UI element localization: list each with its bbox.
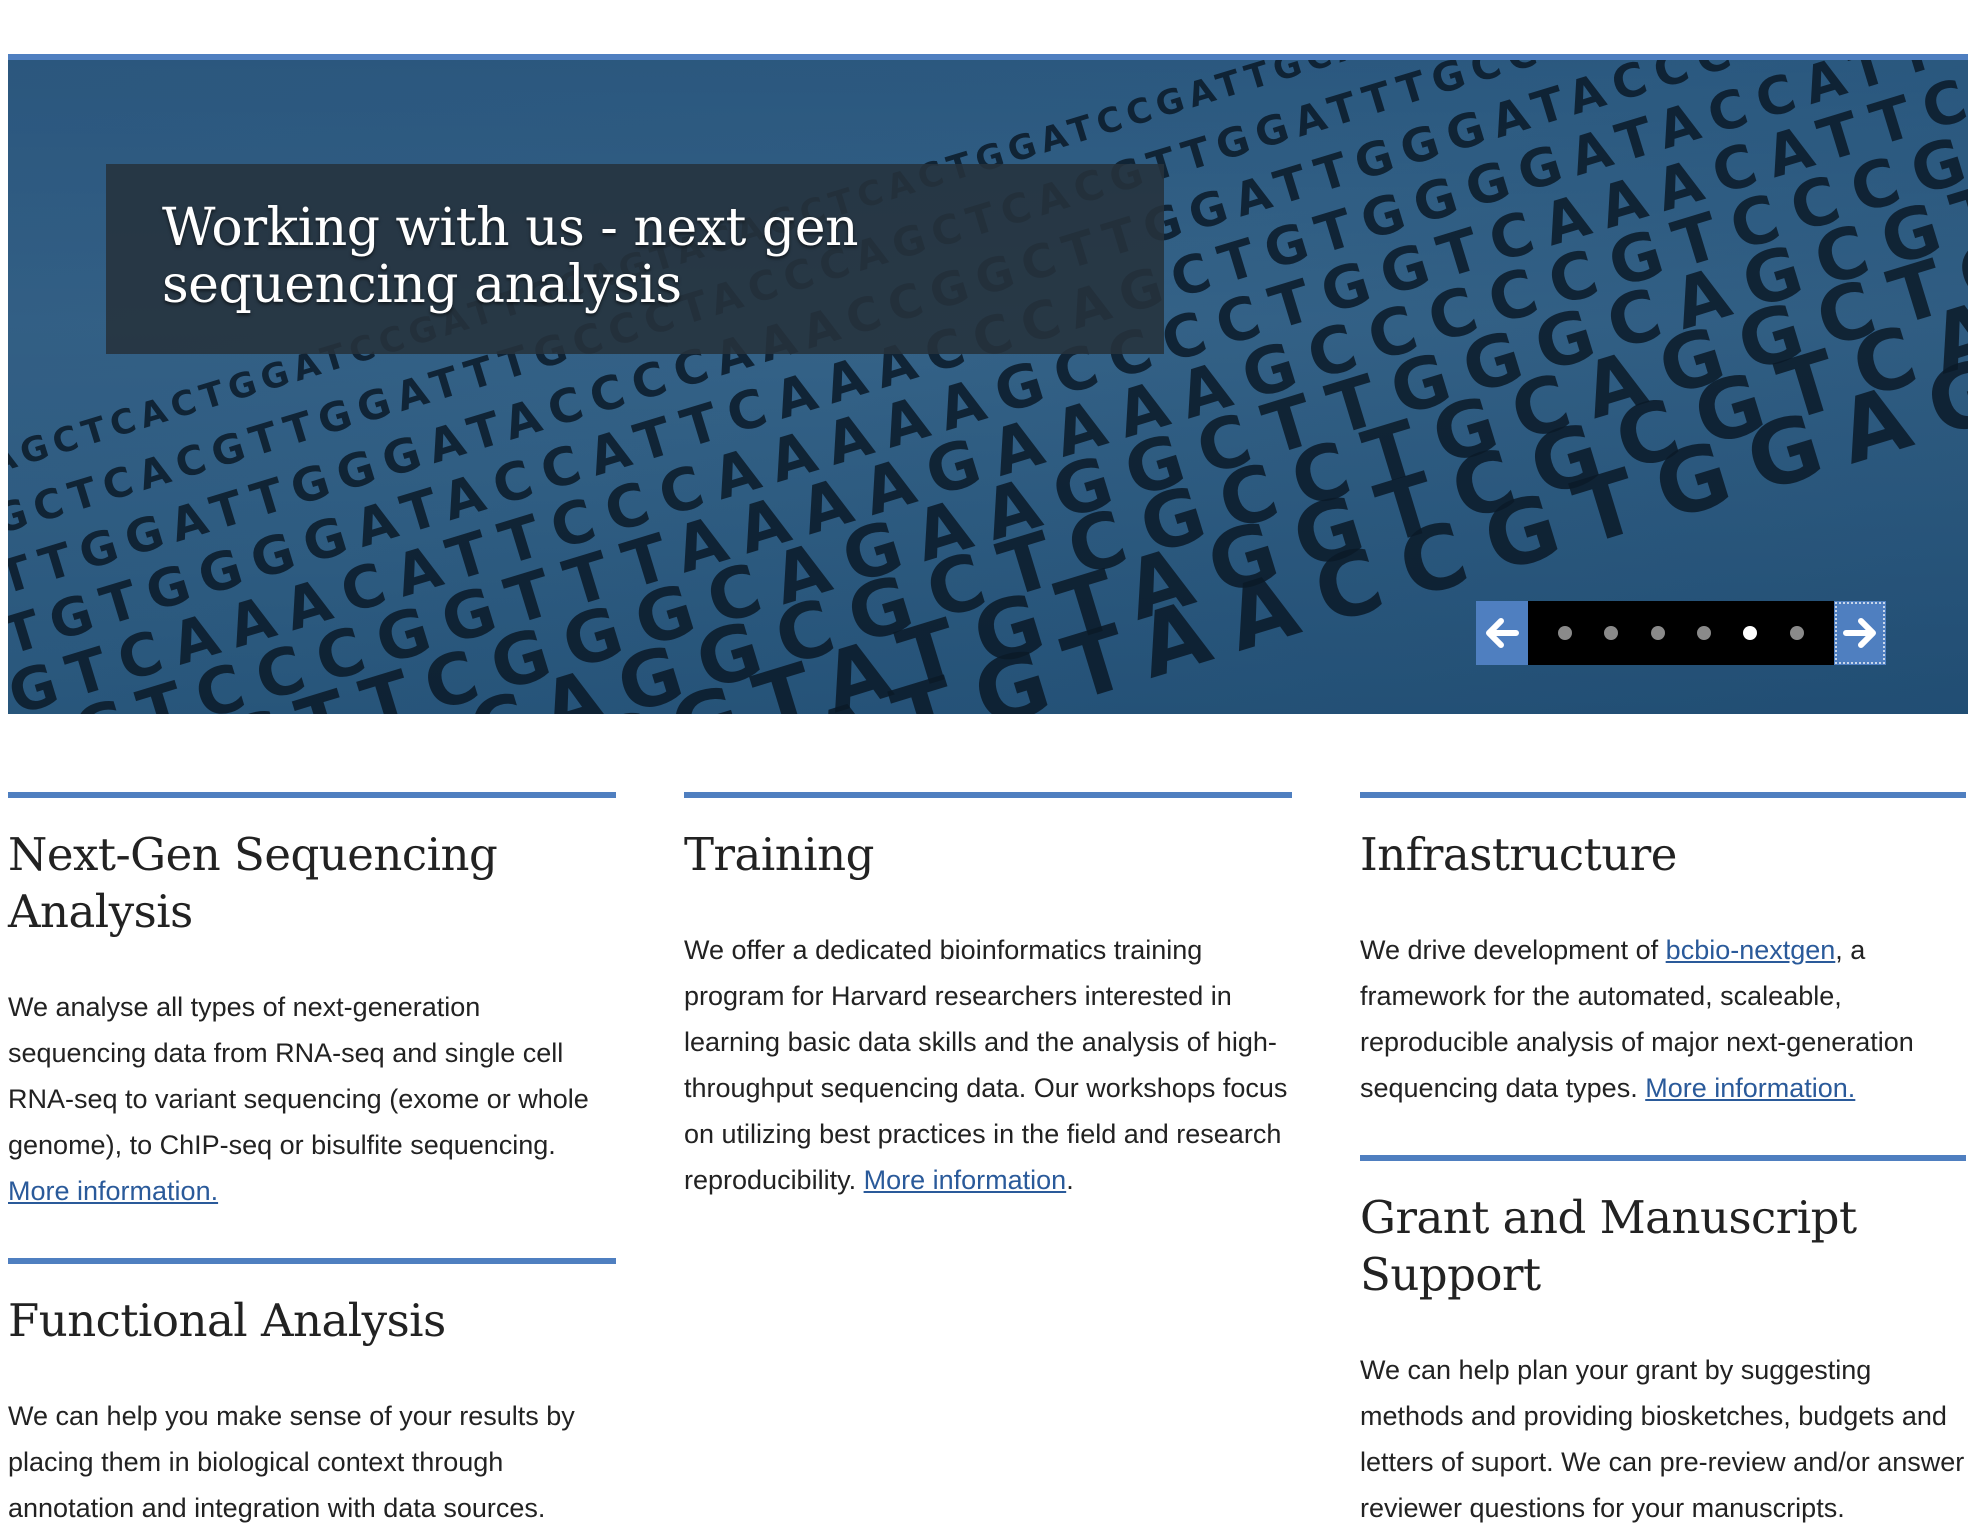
arrow-right-icon bbox=[1843, 618, 1876, 648]
section-text-ngs: We analyse all types of next-generation … bbox=[8, 984, 616, 1214]
carousel-dot-5[interactable] bbox=[1743, 626, 1758, 640]
carousel-dot-1[interactable] bbox=[1558, 626, 1573, 640]
training-description: We offer a dedicated bioinformatics trai… bbox=[684, 935, 1288, 1195]
infrastructure-more-info-link[interactable]: More information. bbox=[1645, 1073, 1855, 1103]
section-functional: Functional Analysis We can help you make… bbox=[8, 1258, 616, 1531]
hero-carousel: AGCTCACTGGATCCGATTGCAGTACAGCTCACTGGATCCG… bbox=[8, 54, 1968, 714]
training-more-info-link[interactable]: More information bbox=[864, 1165, 1067, 1195]
section-title-infrastructure: Infrastructure bbox=[1360, 828, 1677, 881]
hero-caption-title: Working with us - next gen sequencing an… bbox=[162, 198, 858, 315]
section-title-functional: Functional Analysis bbox=[8, 1294, 446, 1347]
carousel-controls bbox=[1476, 601, 1886, 665]
column-right: Infrastructure We drive development of b… bbox=[1360, 792, 1966, 1531]
hero-caption-box: Working with us - next gen sequencing an… bbox=[106, 164, 1164, 354]
section-infrastructure: Infrastructure We drive development of b… bbox=[1360, 792, 1966, 1111]
infrastructure-text-before: We drive development of bbox=[1360, 935, 1666, 965]
section-title-training: Training bbox=[684, 828, 874, 881]
arrow-left-icon bbox=[1486, 618, 1519, 648]
section-title-grant: Grant and Manuscript Support bbox=[1360, 1191, 1857, 1301]
carousel-dot-4[interactable] bbox=[1697, 626, 1712, 640]
ngs-description: We analyse all types of next-generation … bbox=[8, 992, 589, 1160]
section-text-functional: We can help you make sense of your resul… bbox=[8, 1401, 575, 1523]
carousel-prev-button[interactable] bbox=[1476, 601, 1528, 665]
column-middle: Training We offer a dedicated bioinforma… bbox=[684, 792, 1292, 1203]
bcbio-nextgen-link[interactable]: bcbio-nextgen bbox=[1666, 935, 1836, 965]
section-text-grant: We can help plan your grant by suggestin… bbox=[1360, 1355, 1965, 1523]
carousel-dot-2[interactable] bbox=[1604, 626, 1619, 640]
section-title-ngs: Next-Gen Sequencing Analysis bbox=[8, 828, 498, 938]
column-left: Next-Gen Sequencing Analysis We analyse … bbox=[8, 792, 616, 1531]
section-text-infrastructure: We drive development of bcbio-nextgen, a… bbox=[1360, 927, 1966, 1111]
section-training: Training We offer a dedicated bioinforma… bbox=[684, 792, 1292, 1203]
ngs-more-info-link[interactable]: More information. bbox=[8, 1176, 218, 1206]
carousel-dot-6[interactable] bbox=[1789, 626, 1804, 640]
training-link-suffix: . bbox=[1066, 1165, 1074, 1195]
section-ngs: Next-Gen Sequencing Analysis We analyse … bbox=[8, 792, 616, 1214]
section-grant: Grant and Manuscript Support We can help… bbox=[1360, 1155, 1966, 1531]
section-text-training: We offer a dedicated bioinformatics trai… bbox=[684, 927, 1292, 1203]
carousel-next-button[interactable] bbox=[1834, 601, 1886, 665]
carousel-pager bbox=[1528, 601, 1834, 665]
carousel-dot-3[interactable] bbox=[1650, 626, 1665, 640]
